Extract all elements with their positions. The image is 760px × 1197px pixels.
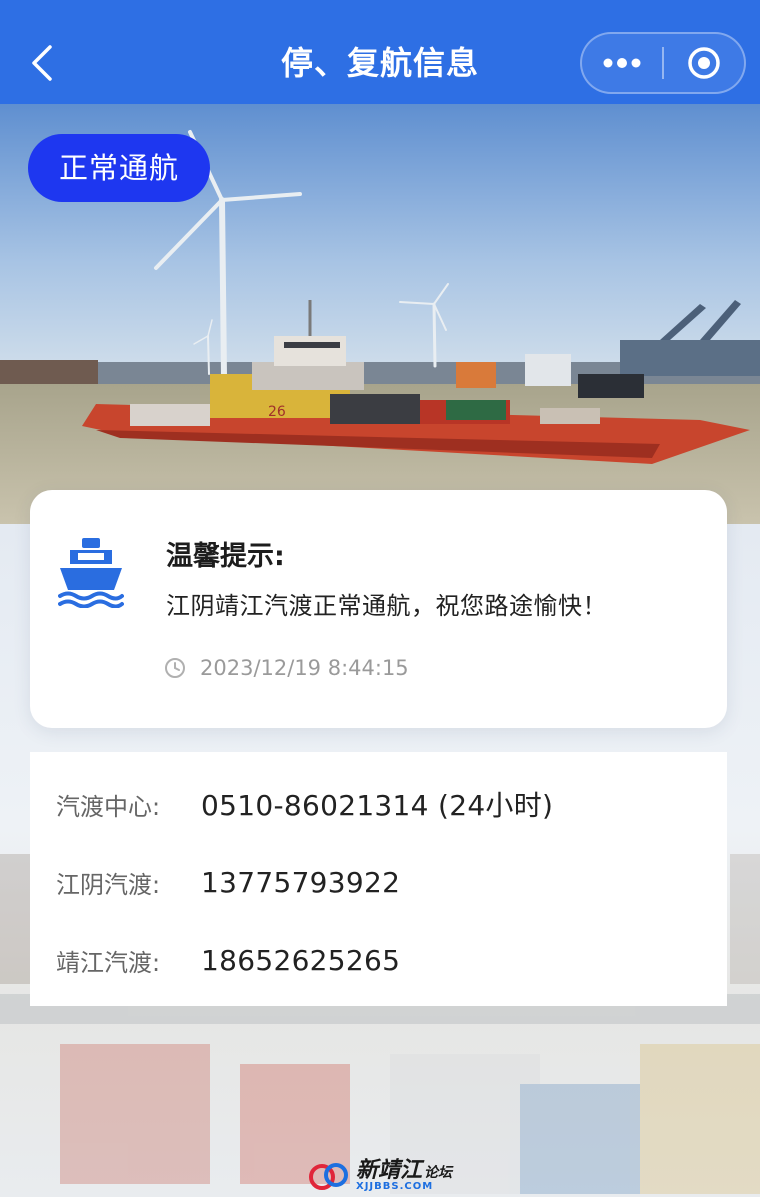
contact-phone[interactable]: 0510-86021314 (24小时) [201,784,553,824]
notice-title: 温馨提示: [166,541,285,572]
contact-label: 靖江汽渡: [56,948,161,977]
contact-phone[interactable]: 13775793922 [201,866,400,899]
ship-icon [58,538,124,608]
ferry-number: 26 [268,404,286,420]
status-badge: 正常通航 [28,134,210,202]
forum-watermark: 新靖江 论坛 XJJBBS.COM [308,1158,452,1194]
contact-phone[interactable]: 18652625265 [201,944,400,977]
hero-photo: 26 正常通航 [0,104,760,524]
more-dots-icon [603,58,641,68]
watermark-main: 新靖江 [356,1158,423,1183]
clock-icon [165,658,185,678]
contact-label: 汽渡中心: [56,792,161,821]
contact-label: 江阴汽渡: [56,870,161,899]
notice-card: 温馨提示: 江阴靖江汽渡正常通航，祝您路途愉快！ 2023/12/19 8:44… [30,490,727,728]
mini-program-capsule [580,32,746,94]
watermark-domain: XJJBBS.COM [356,1181,434,1192]
target-circle-icon [688,47,720,79]
more-button[interactable] [582,34,662,92]
notice-timestamp: 2023/12/19 8:44:15 [200,656,409,680]
watermark-suffix: 论坛 [424,1165,453,1181]
contact-row-jingjiang: 靖江汽渡: 18652625265 [56,940,400,980]
navigation-bar: 停、复航信息 [0,0,760,104]
forum-logo [309,1163,348,1190]
contact-row-jiangyin: 江阴汽渡: 13775793922 [56,862,400,902]
contact-row-center: 汽渡中心: 0510-86021314 (24小时) [56,784,553,824]
close-button[interactable] [664,34,744,92]
timestamp-row: 2023/12/19 8:44:15 [164,656,409,680]
contact-list: 汽渡中心: 0510-86021314 (24小时) 江阴汽渡: 1377579… [30,752,727,1006]
notice-message: 江阴靖江汽渡正常通航，祝您路途愉快！ [166,592,607,620]
